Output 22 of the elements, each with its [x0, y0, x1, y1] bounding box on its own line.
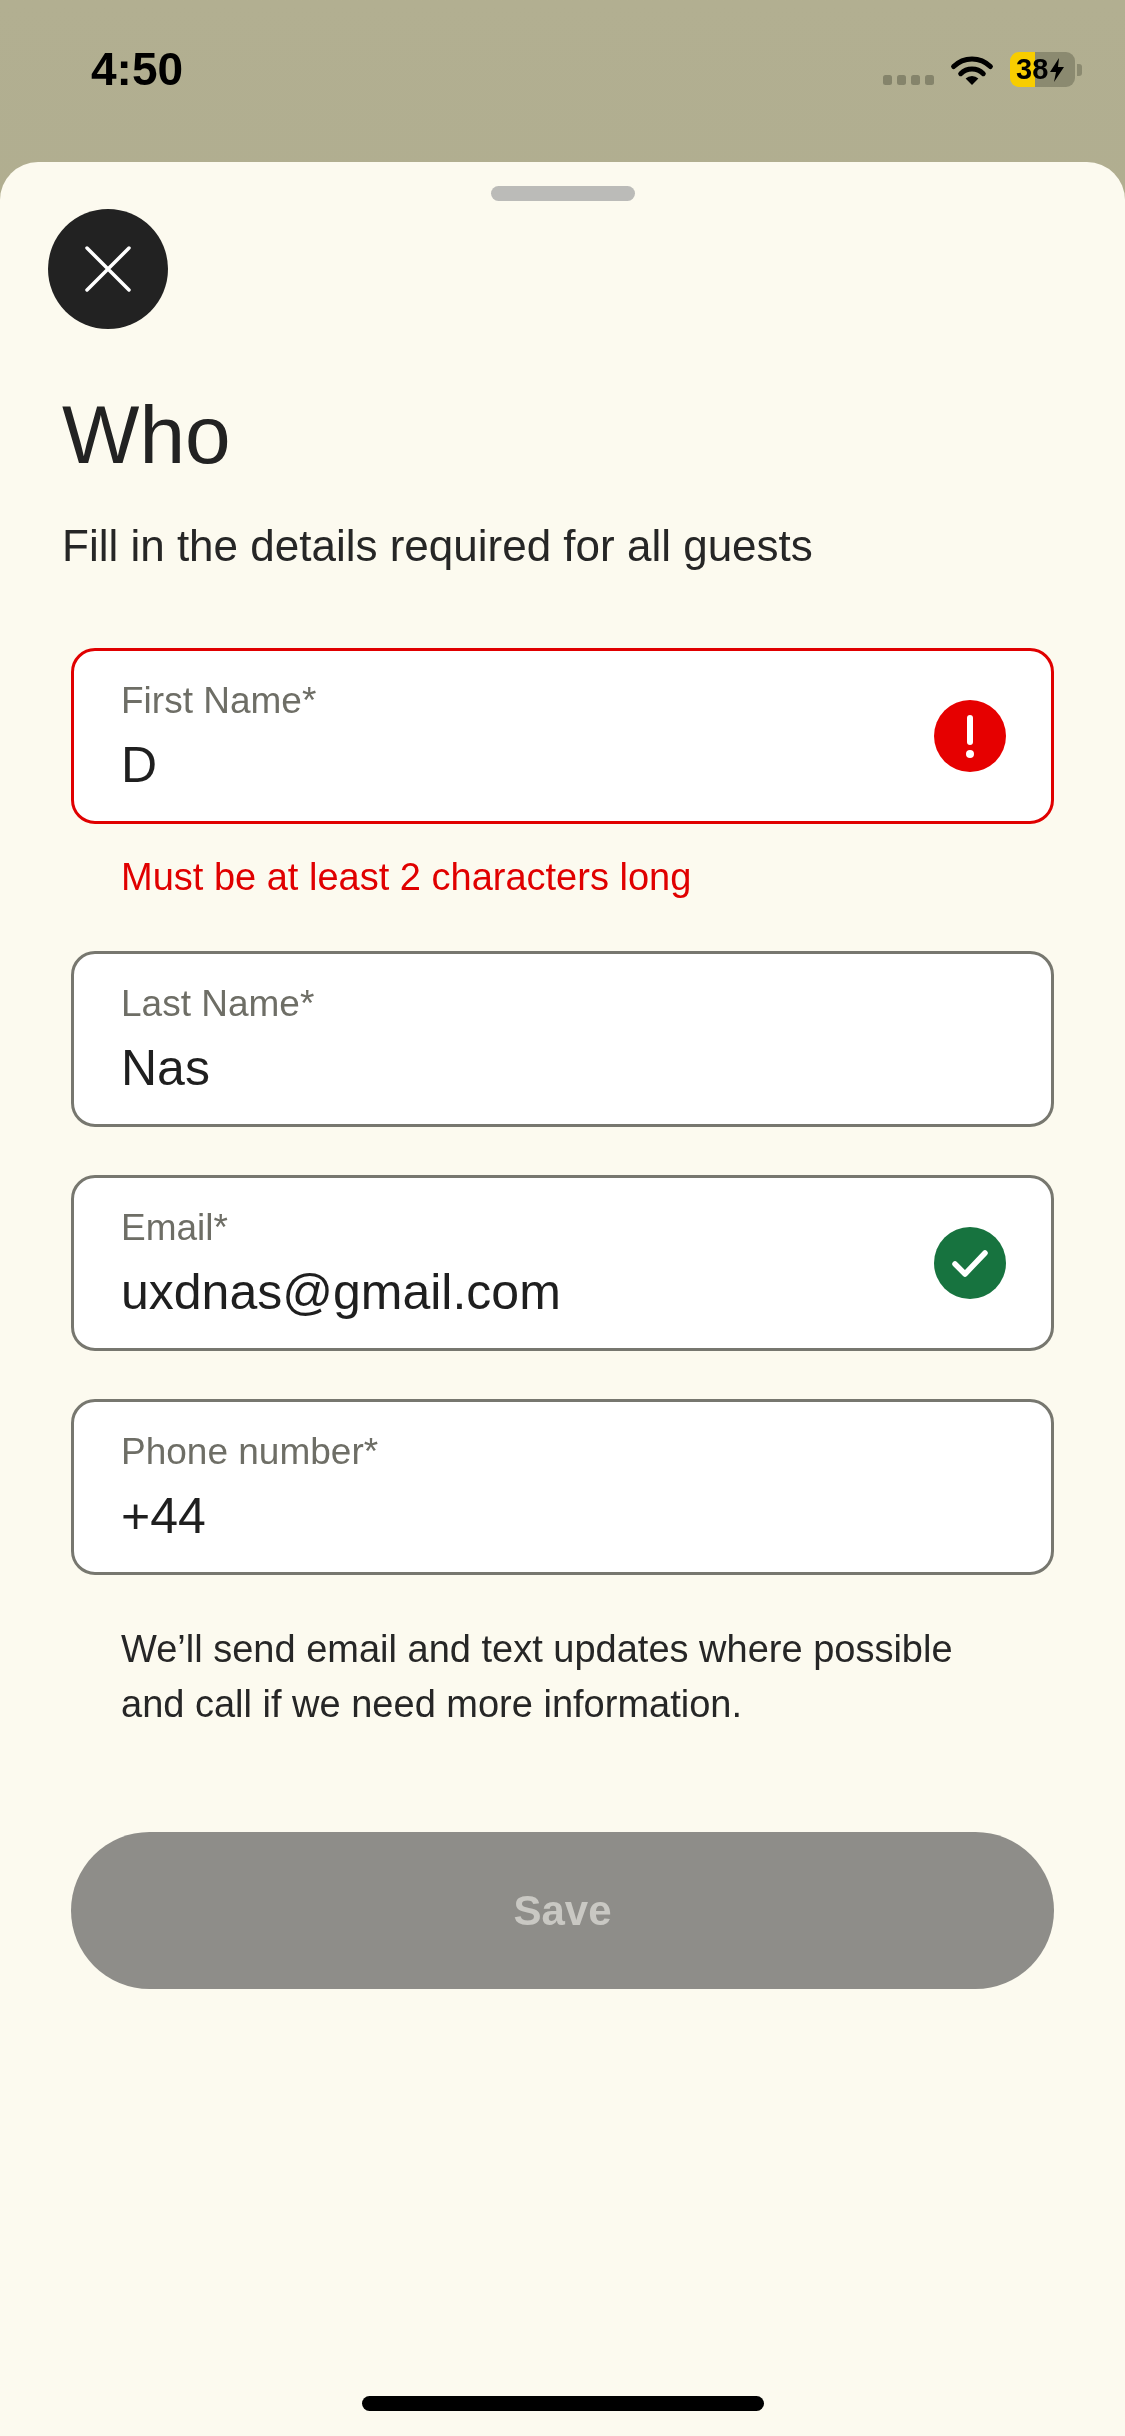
- charging-bolt-icon: [1049, 57, 1066, 82]
- signal-icon: [883, 75, 934, 85]
- text-field[interactable]: Last Name* Nas: [71, 951, 1054, 1127]
- field-value: Nas: [121, 1043, 210, 1093]
- close-icon: [85, 246, 131, 292]
- field-label: Last Name*: [121, 985, 315, 1022]
- status-time: 4:50: [91, 46, 184, 92]
- text-field[interactable]: Email* uxdnas@gmail.com: [71, 1175, 1054, 1351]
- contact-note: We’ll send email and text updates where possible and call if we need more information.: [121, 1627, 954, 1727]
- text-field[interactable]: First Name* D: [71, 648, 1054, 824]
- sheet-subtitle: Fill in the details required for all guests: [62, 524, 813, 568]
- field-value: +44: [121, 1491, 206, 1541]
- battery-tip-icon: [1077, 63, 1082, 76]
- field-value: D: [121, 740, 158, 790]
- text-field[interactable]: Phone number* +44: [71, 1399, 1054, 1575]
- sheet-title: Who: [62, 394, 231, 476]
- field-label: Phone number*: [121, 1433, 379, 1470]
- field-label: First Name*: [121, 682, 317, 719]
- battery-percentage: 38: [1016, 55, 1049, 84]
- field-label: Email*: [121, 1209, 228, 1246]
- error-message: Must be at least 2 characters long: [121, 858, 692, 896]
- field-value: uxdnas@gmail.com: [121, 1267, 561, 1317]
